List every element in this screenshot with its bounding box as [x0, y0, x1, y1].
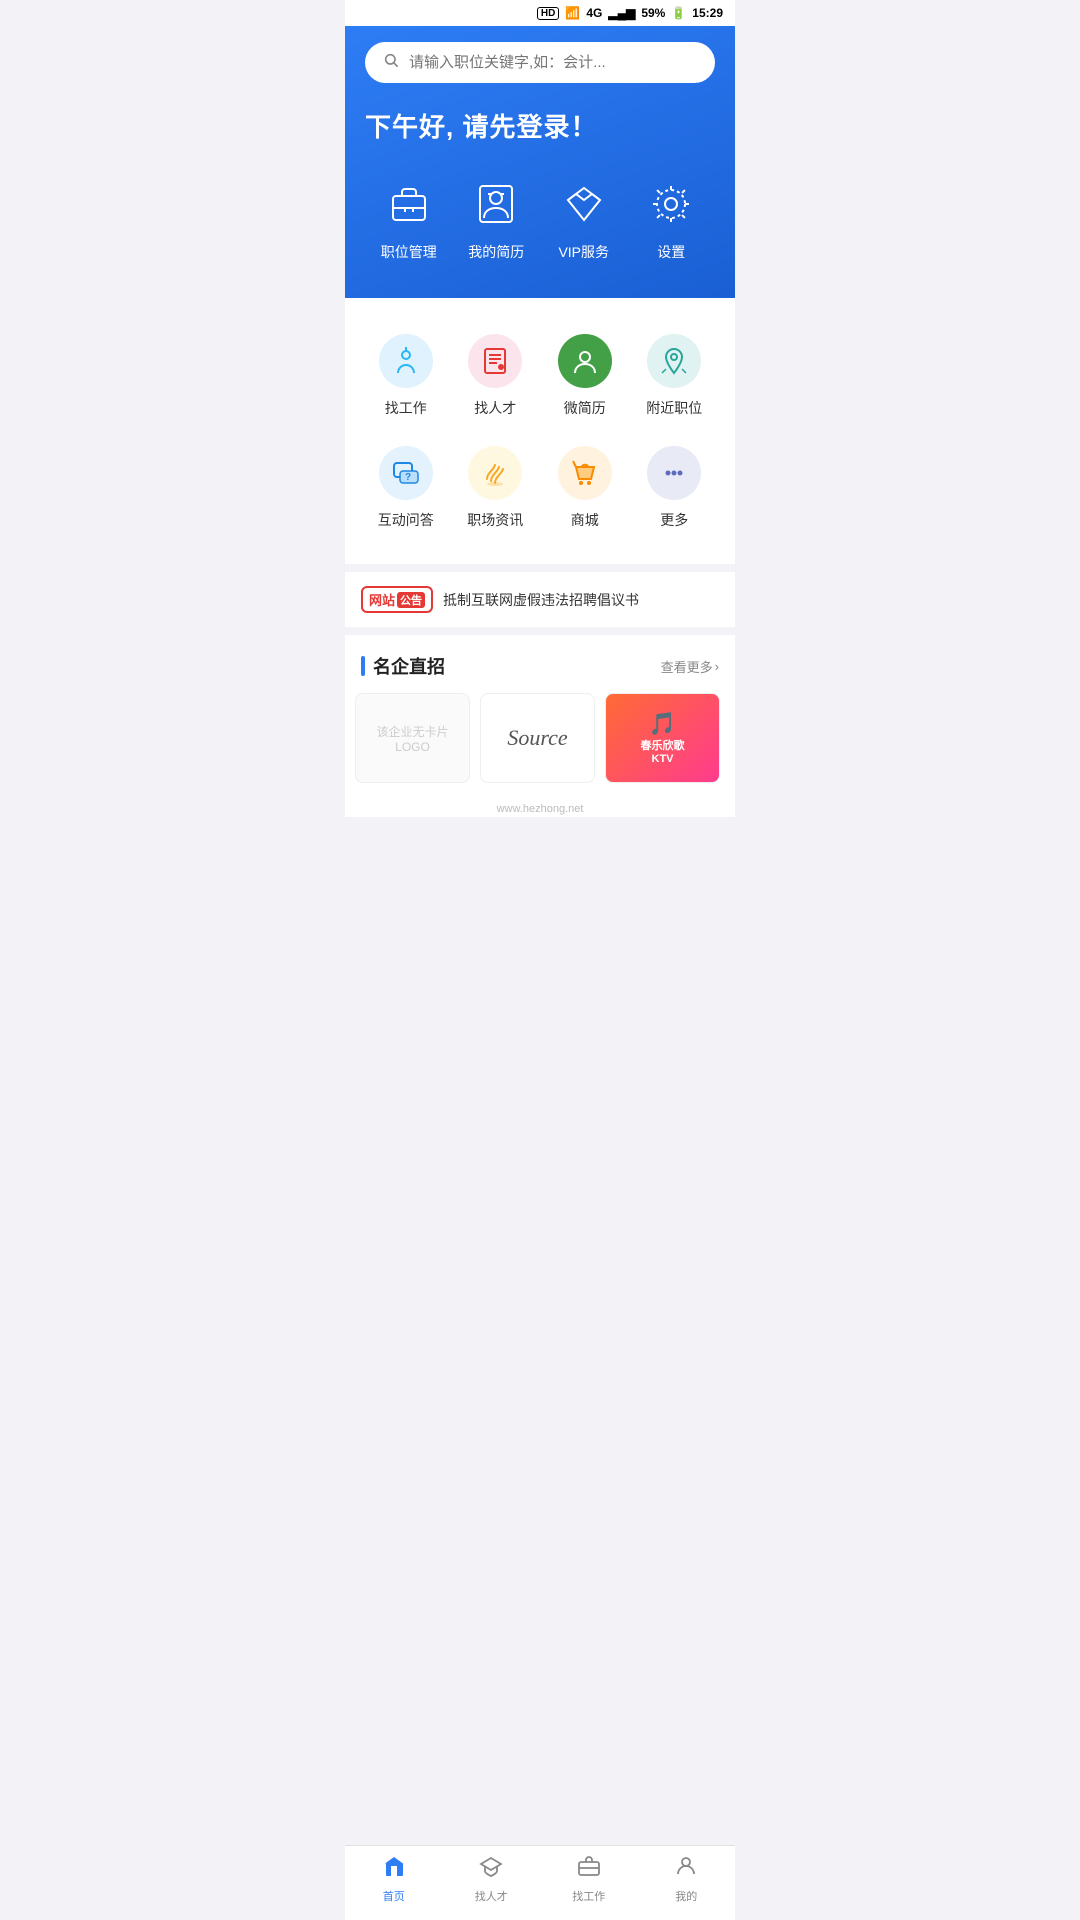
badge-text1: 网站 — [369, 590, 395, 609]
briefcase-icon — [381, 176, 437, 232]
section-more-link[interactable]: 查看更多 › — [661, 657, 719, 676]
famous-company-section-header: 名企直招 查看更多 › — [345, 627, 735, 693]
nav-find-job-label: 找工作 — [572, 1888, 605, 1904]
source-logo: Source — [507, 725, 567, 751]
qa-icon: ? — [379, 446, 433, 500]
more-label: 更多 — [660, 510, 688, 530]
company-card-1[interactable]: 该企业无卡片LOGO — [355, 693, 470, 783]
search-icon — [383, 52, 399, 73]
nearby-label: 附近职位 — [646, 398, 702, 418]
job-manage-label: 职位管理 — [381, 242, 437, 262]
news-label: 职场资讯 — [467, 510, 523, 530]
hero-icon-settings[interactable]: 设置 — [643, 176, 699, 262]
search-input[interactable] — [409, 54, 697, 71]
company-card-3[interactable]: 🎵 春乐欣歌 KTV — [605, 693, 720, 783]
hd-badge: HD — [537, 7, 559, 20]
announcement-text: 抵制互联网虚假违法招聘倡议书 — [443, 590, 639, 610]
hero-icon-job-manage[interactable]: 职位管理 — [381, 176, 437, 262]
find-talent-icon — [468, 334, 522, 388]
resume-label: 我的简历 — [468, 242, 524, 262]
search-bar[interactable] — [365, 42, 715, 83]
nav-find-talent[interactable]: 找人才 — [443, 1854, 541, 1904]
qa-label: 互动问答 — [378, 510, 434, 530]
wifi-icon: 📶 — [565, 6, 580, 20]
company-logo-placeholder: 该企业无卡片LOGO — [364, 723, 461, 754]
settings-label: 设置 — [657, 242, 685, 262]
signal-type: 4G — [586, 6, 602, 20]
status-bar: HD 📶 4G ▂▄▆ 59% 🔋 15:29 — [345, 0, 735, 26]
briefcase-nav-icon — [577, 1854, 601, 1884]
nav-find-job[interactable]: 找工作 — [540, 1854, 638, 1904]
service-micro-resume[interactable]: 微简历 — [540, 322, 630, 434]
find-job-label: 找工作 — [385, 398, 427, 418]
service-nearby[interactable]: 附近职位 — [630, 322, 720, 434]
nav-mine[interactable]: 我的 — [638, 1854, 736, 1904]
diamond-icon — [556, 176, 612, 232]
service-section: 找工作 找人才 微简历 — [345, 298, 735, 564]
hero-icons-row: 职位管理 我的简历 VIP服务 — [365, 176, 715, 262]
person-icon — [674, 1854, 698, 1884]
nav-home[interactable]: 首页 — [345, 1854, 443, 1904]
time: 15:29 — [692, 6, 723, 20]
person-resume-icon — [468, 176, 524, 232]
more-icon — [647, 446, 701, 500]
gear-icon — [643, 176, 699, 232]
company-card-2[interactable]: Source — [480, 693, 595, 783]
service-find-talent[interactable]: 找人才 — [451, 322, 541, 434]
nav-home-label: 首页 — [383, 1888, 405, 1904]
announcement-badge: 网站 公告 — [361, 586, 433, 613]
find-talent-label: 找人才 — [474, 398, 516, 418]
mall-icon — [558, 446, 612, 500]
announcement-bar[interactable]: 网站 公告 抵制互联网虚假违法招聘倡议书 — [345, 564, 735, 627]
hero-icon-resume[interactable]: 我的简历 — [468, 176, 524, 262]
service-mall[interactable]: 商城 — [540, 434, 630, 546]
bottom-nav: 首页 找人才 找工作 我的 — [345, 1845, 735, 1920]
hero-section: 下午好, 请先登录！ 职位管理 — [345, 26, 735, 298]
find-job-icon — [379, 334, 433, 388]
service-more[interactable]: 更多 — [630, 434, 720, 546]
hero-icon-vip[interactable]: VIP服务 — [556, 176, 612, 262]
nearby-icon — [647, 334, 701, 388]
battery: 59% — [641, 6, 665, 20]
micro-resume-label: 微简历 — [564, 398, 606, 418]
battery-icon: 🔋 — [671, 6, 686, 20]
mall-label: 商城 — [571, 510, 599, 530]
news-icon — [468, 446, 522, 500]
ktv-logo: 🎵 春乐欣歌 KTV — [641, 711, 685, 765]
section-title: 名企直招 — [361, 653, 445, 679]
signal-bars: ▂▄▆ — [608, 6, 635, 20]
service-grid: 找工作 找人才 微简历 — [361, 322, 719, 546]
home-icon — [382, 1854, 406, 1884]
service-news[interactable]: 职场资讯 — [451, 434, 541, 546]
vip-label: VIP服务 — [558, 242, 609, 262]
service-qa[interactable]: ? 互动问答 — [361, 434, 451, 546]
badge-text2: 公告 — [397, 592, 425, 608]
micro-resume-icon — [558, 334, 612, 388]
service-find-job[interactable]: 找工作 — [361, 322, 451, 434]
graduation-icon — [479, 1854, 503, 1884]
nav-mine-label: 我的 — [675, 1888, 697, 1904]
company-cards-row: 该企业无卡片LOGO Source 🎵 春乐欣歌 KTV — [345, 693, 735, 799]
watermark: www.hezhong.net — [345, 799, 735, 817]
chevron-right-icon: › — [715, 659, 719, 674]
greeting-text: 下午好, 请先登录！ — [365, 107, 715, 144]
nav-find-talent-label: 找人才 — [475, 1888, 508, 1904]
svg-text:?: ? — [405, 472, 411, 483]
